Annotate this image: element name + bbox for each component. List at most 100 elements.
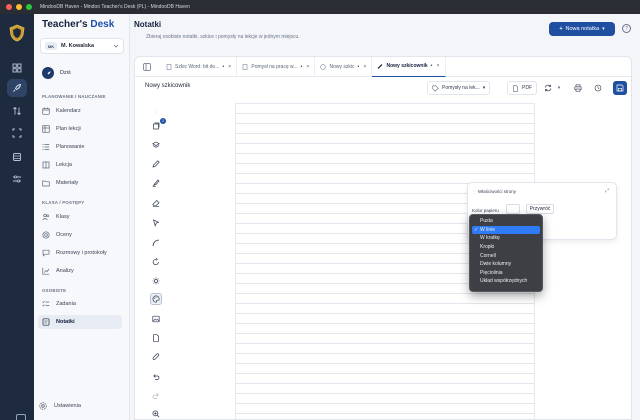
brand-title: Teacher's Desk bbox=[42, 19, 115, 30]
file-icon bbox=[513, 84, 518, 92]
note-title-field[interactable]: Nowy szkicownik bbox=[145, 83, 190, 89]
tab-new-sketchbook[interactable]: Nowy szkicownik • × bbox=[372, 57, 446, 77]
redo-tool[interactable] bbox=[150, 390, 162, 402]
minimize-window-button[interactable] bbox=[16, 4, 22, 10]
option-two-columns[interactable]: Dwie kolumny bbox=[470, 260, 542, 269]
user-selector[interactable]: MK M. Kowalska bbox=[40, 38, 124, 54]
sidebar-item-lesson[interactable]: Lekcja bbox=[38, 158, 122, 172]
cursor-icon bbox=[152, 219, 160, 227]
paper-type-select[interactable] bbox=[506, 204, 520, 214]
save-button[interactable] bbox=[613, 81, 627, 95]
database-icon bbox=[13, 153, 21, 161]
layers-tool[interactable] bbox=[150, 139, 162, 151]
window-title: MindooDB Haven - Mindoo Teacher's Desk (… bbox=[40, 4, 190, 10]
app-window: MindooDB Haven - Mindoo Teacher's Desk (… bbox=[0, 0, 640, 420]
sidebar-toggle-icon[interactable] bbox=[143, 62, 151, 71]
sidebar-item-calendar[interactable]: Kalendarz bbox=[38, 104, 122, 118]
checkmark-icon: ✓ bbox=[474, 226, 479, 233]
sidebar-item-notes[interactable]: Notatki bbox=[38, 315, 122, 329]
curve-tool[interactable] bbox=[150, 237, 162, 249]
layers-counter-tool[interactable]: 2 bbox=[150, 118, 166, 132]
tab-word-draft[interactable]: Szkic Word: bit do... • × bbox=[161, 57, 238, 77]
rotate-tool[interactable] bbox=[150, 256, 162, 268]
save-icon bbox=[616, 84, 624, 92]
rail-dashboard-button[interactable] bbox=[7, 59, 27, 77]
print-button[interactable] bbox=[571, 81, 585, 95]
grid-icon bbox=[12, 63, 22, 73]
option-dots[interactable]: Kropki bbox=[470, 243, 542, 252]
page-header: Notatki Zbieraj osobiste notatki, szkice… bbox=[130, 14, 640, 54]
sidebar-item-materials[interactable]: Materiały bbox=[38, 176, 122, 190]
curve-icon bbox=[152, 239, 160, 247]
panel-title: Właściwości strony bbox=[478, 189, 517, 194]
sidebar-item-tasks[interactable]: Zadania bbox=[38, 297, 122, 311]
new-note-button[interactable]: + Nowa notatka ▾ bbox=[549, 22, 615, 36]
sync-options-button[interactable]: ▾ bbox=[555, 81, 563, 95]
sidebar-item-conversations[interactable]: Rozmowy i protokoły bbox=[38, 246, 122, 260]
sidebar-item-lesson-plan[interactable]: Plan lekcji bbox=[38, 122, 122, 136]
undo-tool[interactable] bbox=[150, 371, 162, 383]
chevron-down-icon: ▾ bbox=[557, 85, 561, 91]
sketch-icon bbox=[378, 64, 383, 69]
plus-icon: + bbox=[559, 26, 563, 32]
close-window-button[interactable] bbox=[6, 4, 12, 10]
pdf-button[interactable]: PDF bbox=[507, 81, 537, 95]
select-tool[interactable] bbox=[150, 217, 162, 229]
collapse-sidebar-button[interactable] bbox=[16, 414, 26, 420]
section-planning: PLANOWANIE I NAUCZANIE bbox=[42, 94, 106, 99]
sync-button[interactable] bbox=[541, 81, 555, 95]
help-button[interactable]: ? bbox=[622, 24, 631, 33]
close-tab-icon[interactable]: × bbox=[363, 64, 366, 70]
drag-handle[interactable]: ⋮ bbox=[150, 105, 162, 117]
table-icon bbox=[42, 125, 50, 133]
restore-button[interactable]: Przywróć bbox=[526, 204, 554, 214]
rail-sliders-button[interactable] bbox=[7, 170, 27, 188]
rail-teaching-button[interactable] bbox=[7, 79, 27, 97]
list-icon bbox=[42, 144, 50, 150]
option-lined[interactable]: ✓ W linie bbox=[472, 225, 540, 235]
users-icon bbox=[42, 213, 50, 221]
history-button[interactable] bbox=[591, 81, 605, 95]
today-link[interactable]: Dziś bbox=[42, 67, 71, 79]
close-tab-icon[interactable]: × bbox=[228, 64, 231, 70]
pen-tool[interactable] bbox=[150, 158, 162, 170]
sidebar-item-classes[interactable]: Klasy bbox=[38, 210, 122, 224]
brightness-tool[interactable] bbox=[150, 275, 162, 287]
layers-icon bbox=[152, 141, 160, 148]
page-tool[interactable] bbox=[150, 332, 162, 344]
option-blank[interactable]: Pusta bbox=[470, 217, 542, 226]
settings-link[interactable]: Ustawienia bbox=[38, 401, 81, 411]
option-coordinate[interactable]: Układ współrzędnych bbox=[470, 277, 542, 286]
image-tool[interactable] bbox=[150, 313, 162, 325]
chevron-down-icon: ▾ bbox=[602, 26, 605, 32]
option-cornell[interactable]: Cornell bbox=[470, 251, 542, 260]
expand-icon[interactable]: ⤢ bbox=[605, 188, 609, 194]
pen-icon bbox=[152, 160, 160, 168]
close-tab-icon[interactable]: × bbox=[436, 63, 439, 69]
chevron-down-icon bbox=[113, 44, 119, 48]
eraser-tool[interactable] bbox=[150, 197, 162, 209]
rail-database-button[interactable] bbox=[7, 148, 27, 166]
close-tab-icon[interactable]: × bbox=[306, 64, 309, 70]
maximize-window-button[interactable] bbox=[26, 4, 32, 10]
tab-work-idea[interactable]: Pomysł na pracę w... • × bbox=[237, 57, 316, 77]
rail-scan-button[interactable] bbox=[7, 124, 27, 142]
option-staff[interactable]: Pięciolinia bbox=[470, 269, 542, 278]
printer-icon bbox=[574, 84, 582, 92]
rail-transfer-button[interactable] bbox=[7, 102, 27, 120]
tab-new-sketch[interactable]: Nowy szkic • × bbox=[315, 57, 373, 77]
option-grid[interactable]: W kratkę bbox=[470, 234, 542, 243]
sidebar-item-analytics[interactable]: Analizy bbox=[38, 264, 122, 278]
checklist-icon bbox=[42, 300, 50, 307]
sun-icon bbox=[152, 277, 160, 285]
sidebar-item-planning[interactable]: Planowanie bbox=[38, 140, 122, 154]
category-select[interactable]: Pomysły na lek... ▾ bbox=[427, 81, 491, 95]
highlighter-tool[interactable] bbox=[150, 177, 162, 189]
sidebar-item-grades[interactable]: Oceny bbox=[38, 228, 122, 242]
attach-tool[interactable] bbox=[150, 351, 162, 363]
rotate-icon bbox=[152, 258, 159, 266]
user-initials-badge: MK bbox=[45, 42, 57, 50]
drag-dots-icon: ⋮ bbox=[153, 108, 159, 114]
zoom-tool[interactable] bbox=[150, 408, 162, 419]
palette-tool[interactable] bbox=[150, 293, 162, 305]
